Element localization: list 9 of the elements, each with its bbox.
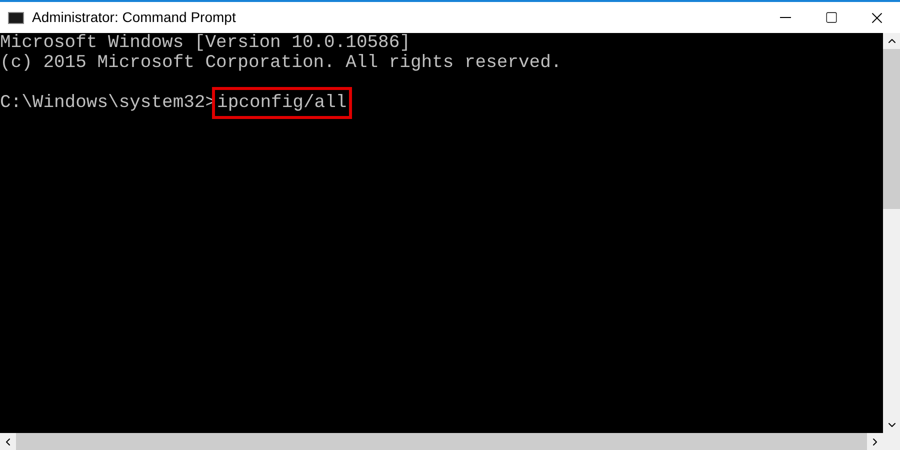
typed-command: ipconfig/all bbox=[212, 87, 352, 119]
maximize-icon bbox=[824, 11, 838, 24]
vertical-scrollbar[interactable] bbox=[883, 33, 900, 433]
console-line: (c) 2015 Microsoft Corporation. All rights reserved. bbox=[0, 53, 563, 73]
window-title: Administrator: Command Prompt bbox=[32, 8, 236, 27]
console-line: Microsoft Windows [Version 10.0.10586] bbox=[0, 33, 412, 53]
scrollbar-thumb[interactable] bbox=[883, 49, 900, 209]
console-icon bbox=[8, 12, 24, 24]
minimize-icon bbox=[780, 17, 790, 18]
